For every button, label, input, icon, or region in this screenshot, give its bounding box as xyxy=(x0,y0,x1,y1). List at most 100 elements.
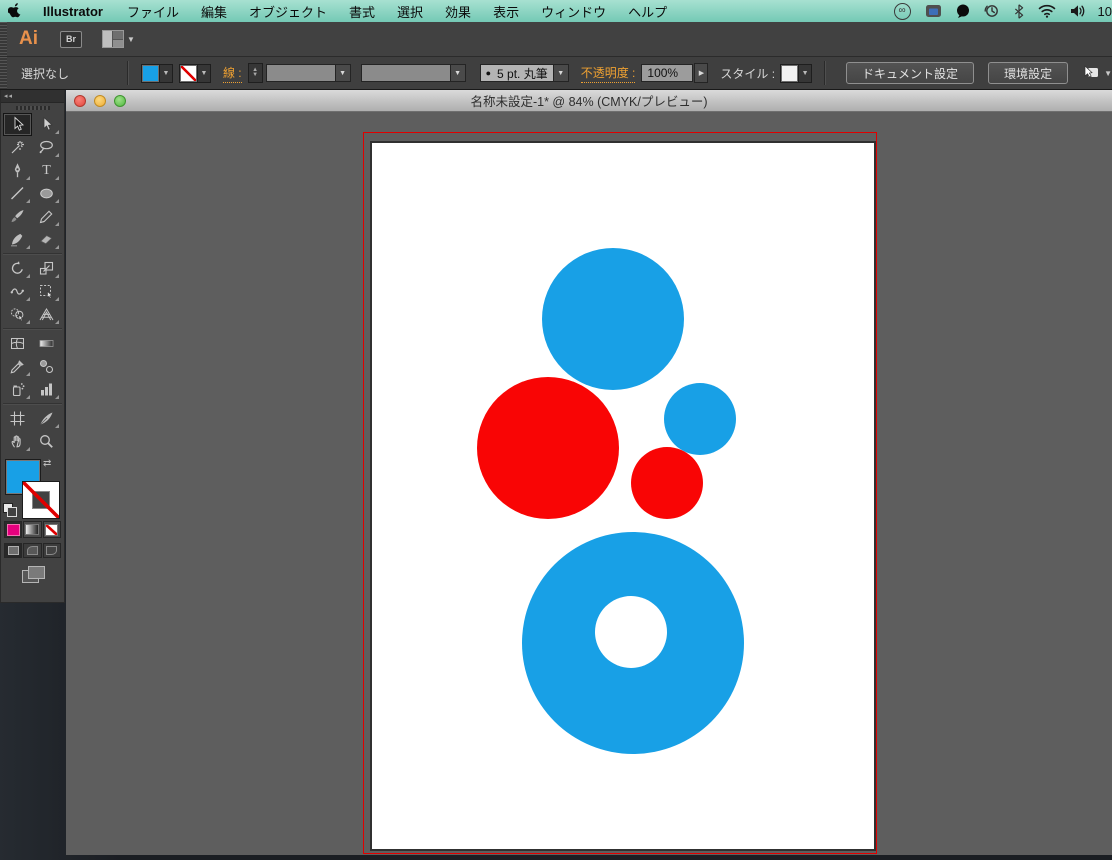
screen-mode-control[interactable] xyxy=(1,558,64,582)
panel-grip[interactable] xyxy=(1,103,64,112)
artboard[interactable] xyxy=(370,141,876,851)
width-tool[interactable] xyxy=(3,280,32,303)
default-fill-stroke-icon[interactable] xyxy=(3,503,16,516)
stroke-color-control[interactable]: ▼ xyxy=(179,64,211,83)
blue-circle-small[interactable] xyxy=(664,383,736,455)
style-swatch[interactable] xyxy=(780,64,799,83)
shape-builder-tool[interactable] xyxy=(3,303,32,326)
bluetooth-icon[interactable] xyxy=(1014,0,1024,22)
screen-mode-icon xyxy=(22,566,44,582)
creative-cloud-icon[interactable]: ∞ xyxy=(894,0,911,22)
paintbrush-tool[interactable] xyxy=(3,205,32,228)
display-mirroring-icon[interactable] xyxy=(925,0,942,22)
menu-effect[interactable]: 効果 xyxy=(434,0,482,22)
apple-menu[interactable] xyxy=(0,0,30,22)
eyedropper-tool[interactable] xyxy=(3,355,32,378)
divider xyxy=(3,328,62,330)
draw-inside-icon xyxy=(46,546,57,555)
draw-normal-button[interactable] xyxy=(4,543,22,558)
document-window: 名称未設定-1* @ 84% (CMYK/プレビュー) xyxy=(66,90,1112,854)
fill-color-control[interactable]: ▼ xyxy=(141,64,173,83)
artboard-tool[interactable] xyxy=(3,407,32,430)
menu-clock[interactable]: 10 xyxy=(1098,4,1112,19)
wifi-icon[interactable] xyxy=(1038,0,1056,22)
gradient-tool[interactable] xyxy=(32,332,61,355)
blend-tool[interactable] xyxy=(32,355,61,378)
ellipse-tool[interactable] xyxy=(32,182,61,205)
menu-help[interactable]: ヘルプ xyxy=(617,0,678,22)
brush-definition-combo[interactable]: ●5 pt. 丸筆 ▼ xyxy=(480,64,569,82)
direct-selection-tool[interactable] xyxy=(32,113,61,136)
document-setup-button[interactable]: ドキュメント設定 xyxy=(846,62,974,84)
menu-bar-status-icons: ∞ 10 xyxy=(894,0,1112,22)
stroke-color-swatch[interactable] xyxy=(179,64,198,83)
draw-inside-button[interactable] xyxy=(43,543,61,558)
blue-donut-hole[interactable] xyxy=(595,596,667,668)
divider xyxy=(824,61,826,85)
column-graph-tool[interactable] xyxy=(32,378,61,401)
canvas[interactable] xyxy=(66,112,1112,855)
bridge-button[interactable]: Br xyxy=(60,31,82,48)
menu-illustrator[interactable]: Illustrator xyxy=(30,0,116,22)
fill-dropdown-arrow-icon[interactable]: ▼ xyxy=(160,64,173,83)
red-circle-small[interactable] xyxy=(631,447,703,519)
stroke-weight-stepper[interactable]: ▲▼ xyxy=(248,63,263,83)
color-button[interactable] xyxy=(4,521,22,538)
eraser-tool[interactable] xyxy=(32,228,61,251)
preferences-button[interactable]: 環境設定 xyxy=(988,62,1068,84)
red-circle-large[interactable] xyxy=(477,377,619,519)
opacity-control[interactable]: 100% xyxy=(641,64,693,82)
opacity-label[interactable]: 不透明度 : xyxy=(581,64,636,83)
line-segment-tool[interactable] xyxy=(3,182,32,205)
opacity-expand-icon[interactable]: ▶ xyxy=(694,63,708,83)
draw-behind-button[interactable] xyxy=(23,543,41,558)
menu-type[interactable]: 書式 xyxy=(338,0,386,22)
panel-collapse-control[interactable]: ◂◂ xyxy=(1,90,64,103)
style-dropdown-icon[interactable]: ▼ xyxy=(799,64,812,83)
time-machine-icon[interactable] xyxy=(984,0,1000,22)
mesh-tool[interactable] xyxy=(3,332,32,355)
magic-wand-tool[interactable] xyxy=(3,136,32,159)
lasso-tool[interactable] xyxy=(32,136,61,159)
rotate-tool[interactable] xyxy=(3,257,32,280)
selection-tool[interactable] xyxy=(3,113,32,136)
stroke-dropdown-arrow-icon[interactable]: ▼ xyxy=(198,64,211,83)
volume-icon[interactable] xyxy=(1070,0,1086,22)
scale-tool[interactable] xyxy=(32,257,61,280)
fill-stroke-block: ⇄ xyxy=(1,457,64,519)
menu-view[interactable]: 表示 xyxy=(482,0,530,22)
style-control[interactable]: ▼ xyxy=(780,64,812,83)
brush-dropdown-icon[interactable]: ▼ xyxy=(554,64,569,82)
type-tool[interactable]: T xyxy=(32,159,61,182)
opacity-value[interactable]: 100% xyxy=(641,64,693,82)
drawing-mode-buttons xyxy=(1,540,64,558)
menu-edit[interactable]: 編集 xyxy=(190,0,238,22)
menu-file[interactable]: ファイル xyxy=(116,0,190,22)
stroke-swatch[interactable] xyxy=(22,481,60,519)
blob-brush-tool[interactable] xyxy=(3,228,32,251)
blue-circle-large[interactable] xyxy=(542,248,684,390)
menu-object[interactable]: オブジェクト xyxy=(238,0,338,22)
slice-tool[interactable] xyxy=(32,407,61,430)
brush-field[interactable]: ●5 pt. 丸筆 xyxy=(480,64,554,82)
notification-bubble-icon[interactable] xyxy=(956,0,970,22)
document-title-bar[interactable]: 名称未設定-1* @ 84% (CMYK/プレビュー) xyxy=(66,90,1112,112)
style-label: スタイル : xyxy=(720,65,775,82)
hand-tool[interactable] xyxy=(3,430,32,453)
select-similar-control[interactable]: ▼ xyxy=(1082,65,1112,81)
none-button[interactable] xyxy=(43,521,61,538)
stroke-weight-label[interactable]: 線 : xyxy=(223,64,242,83)
symbol-sprayer-tool[interactable] xyxy=(3,378,32,401)
zoom-tool[interactable] xyxy=(32,430,61,453)
control-bar: 選択なし ▼ ▼ 線 : ▲▼ ▼ ▼ ●5 pt. 丸筆 ▼ 不透明度 : 1… xyxy=(0,57,1112,90)
free-transform-tool[interactable] xyxy=(32,280,61,303)
menu-window[interactable]: ウィンドウ xyxy=(530,0,617,22)
menu-select[interactable]: 選択 xyxy=(386,0,434,22)
gradient-button[interactable] xyxy=(23,521,41,538)
arrange-documents-button[interactable]: ▼ xyxy=(102,30,135,48)
pen-tool[interactable] xyxy=(3,159,32,182)
swap-fill-stroke-icon[interactable]: ⇄ xyxy=(43,458,51,469)
perspective-grid-tool[interactable] xyxy=(32,303,61,326)
pencil-tool[interactable] xyxy=(32,205,61,228)
fill-color-swatch[interactable] xyxy=(141,64,160,83)
